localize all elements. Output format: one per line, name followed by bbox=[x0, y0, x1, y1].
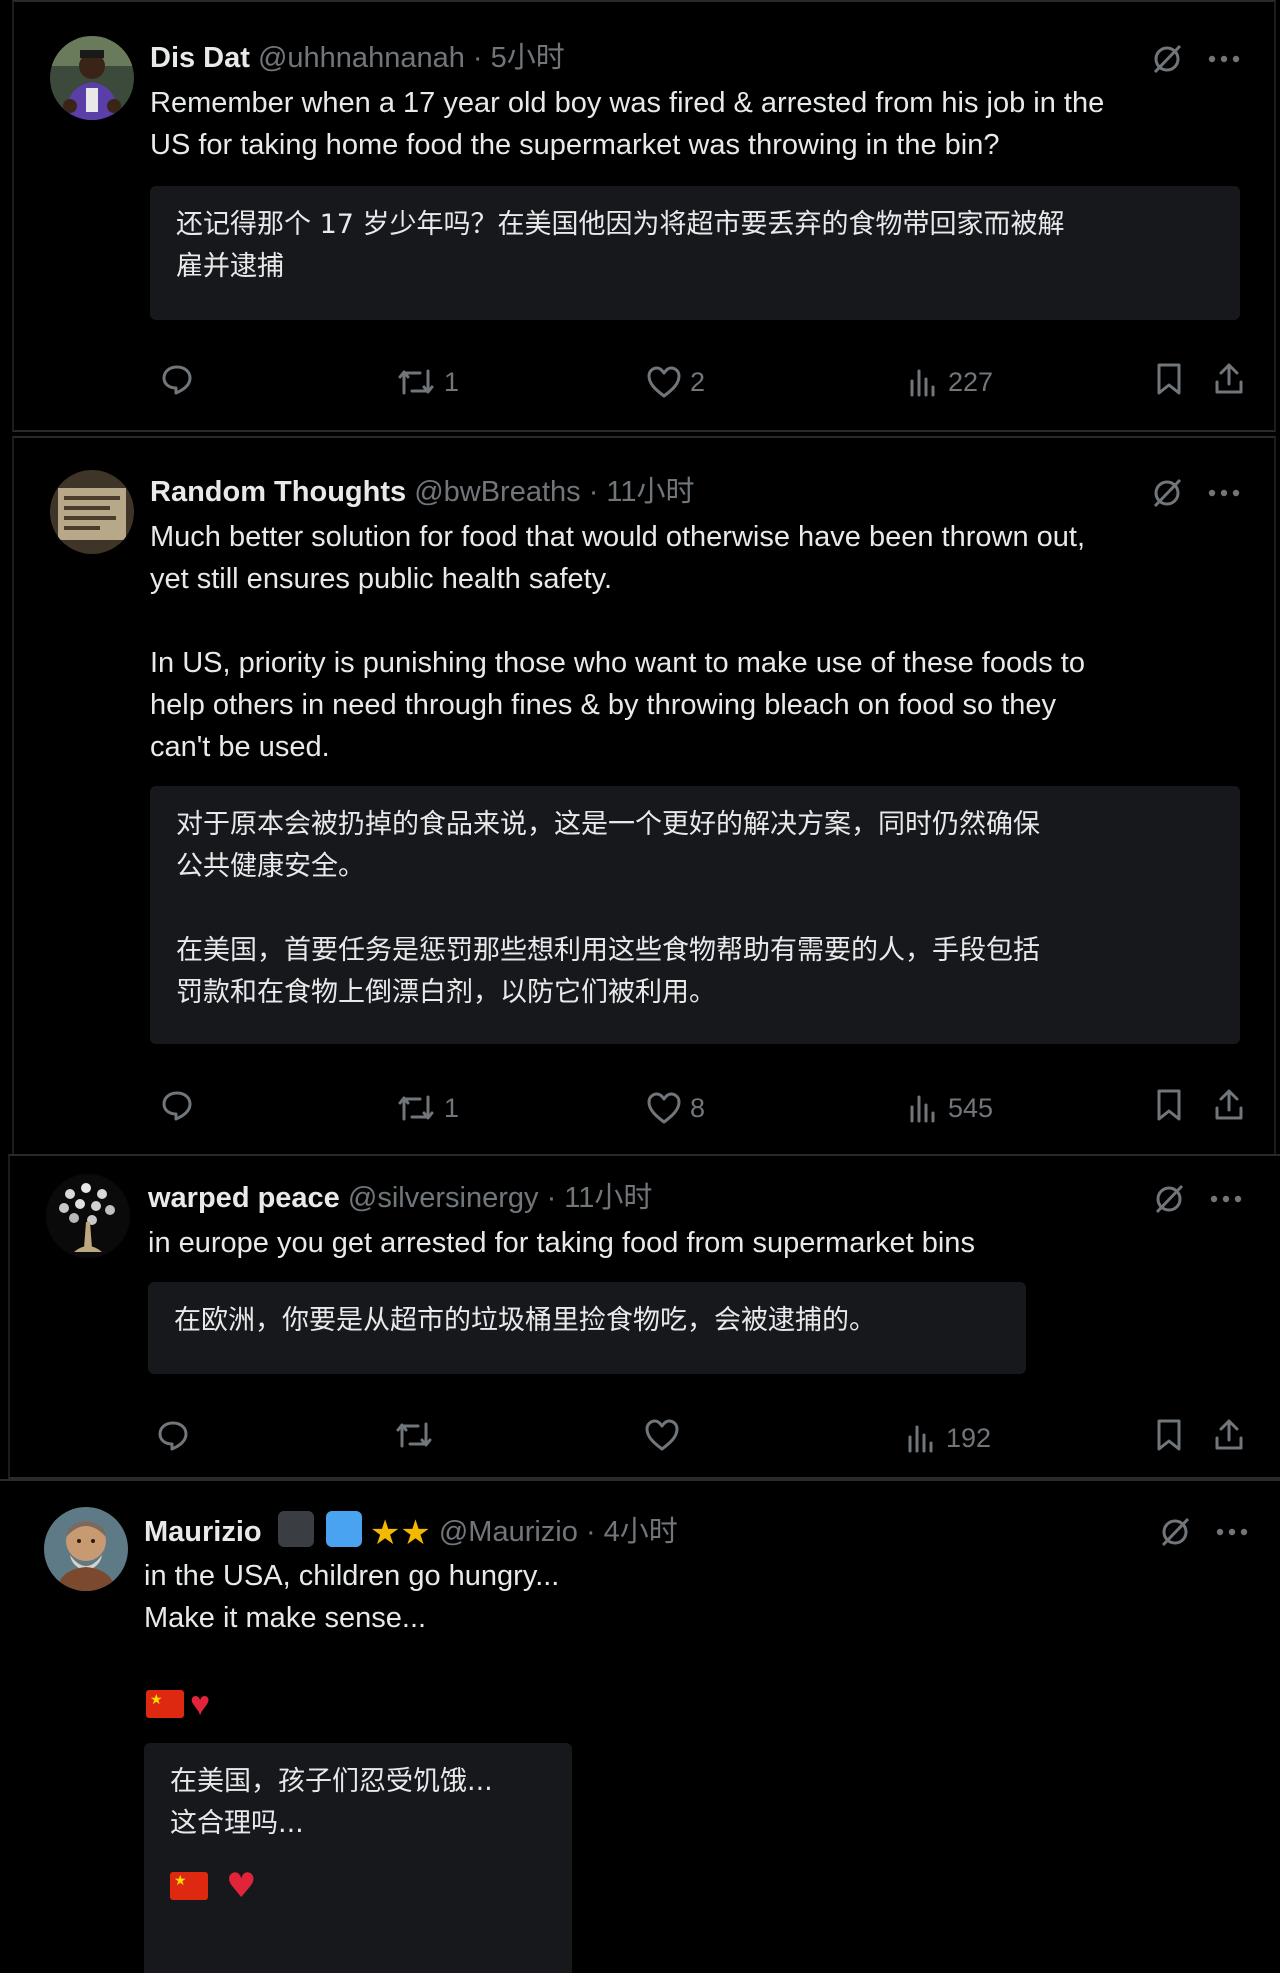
post-text: Remember when a 17 year old boy was fire… bbox=[150, 87, 1105, 161]
translation-box: 对于原本会被扔掉的食品来说，这是一个更好的解决方案，同时仍然确保 公共健康安全。… bbox=[150, 786, 1240, 1044]
translation-box: 还记得那个 17 岁少年吗？在美国他因为将超市要丢弃的食物带回家而被解 雇并逮捕 bbox=[150, 186, 1240, 320]
action-bar: 1 8 545 bbox=[150, 1088, 1260, 1128]
flag-cn-emoji: ★ bbox=[170, 1872, 208, 1900]
star-emoji: ★★ bbox=[369, 1514, 431, 1552]
more-icon[interactable] bbox=[1216, 1515, 1248, 1549]
repost-button[interactable] bbox=[394, 1418, 442, 1452]
translation-box: 在欧洲，你要是从超市的垃圾桶里捡食物吃，会被逮捕的。 bbox=[148, 1282, 1026, 1374]
author-name[interactable]: Maurizio bbox=[144, 1516, 262, 1548]
post-top-actions bbox=[1150, 42, 1240, 76]
repost-icon bbox=[398, 369, 434, 395]
verified-badge-blue bbox=[325, 1511, 362, 1547]
reply-button[interactable] bbox=[156, 1418, 198, 1452]
bookmark-icon bbox=[1157, 1419, 1181, 1451]
share-icon bbox=[1215, 363, 1243, 394]
grok-icon[interactable] bbox=[1150, 476, 1184, 510]
share-icon bbox=[1215, 1419, 1243, 1450]
like-icon bbox=[647, 366, 681, 398]
post-time[interactable]: · 11小时 bbox=[589, 476, 695, 508]
post-text: in europe you get arrested for taking fo… bbox=[148, 1227, 975, 1259]
post-top-actions bbox=[1158, 1515, 1248, 1549]
action-bar: 192 bbox=[148, 1418, 1258, 1458]
more-icon[interactable] bbox=[1208, 42, 1240, 76]
reply-icon bbox=[162, 1091, 192, 1121]
like-icon bbox=[645, 1419, 679, 1451]
author-handle[interactable]: @uhhnahnanah bbox=[258, 42, 465, 74]
action-bar: 1 2 227 bbox=[150, 362, 1260, 402]
bookmark-button[interactable] bbox=[1154, 1088, 1184, 1122]
like-button[interactable] bbox=[644, 1418, 688, 1452]
flag-cn-emoji: ★ bbox=[146, 1690, 184, 1718]
post-header: Maurizio ★★ @Maurizio · 4小时 bbox=[144, 1511, 678, 1553]
avatar[interactable] bbox=[50, 36, 134, 120]
author-name[interactable]: warped peace bbox=[148, 1182, 340, 1214]
grok-icon[interactable] bbox=[1152, 1182, 1186, 1216]
views-icon bbox=[908, 1425, 933, 1453]
post-top-actions bbox=[1152, 1182, 1242, 1216]
post-top-actions bbox=[1150, 476, 1240, 510]
post-text: Much better solution for food that would… bbox=[150, 521, 1086, 763]
grok-icon[interactable] bbox=[1158, 1515, 1192, 1549]
share-button[interactable] bbox=[1212, 1418, 1246, 1452]
red-heart-emoji: ♥ bbox=[190, 1685, 211, 1723]
emoji-row: ★ ♥ bbox=[170, 1869, 548, 1903]
post-header: Random Thoughts @bwBreaths · 11小时 bbox=[150, 472, 695, 512]
views-icon bbox=[910, 1095, 935, 1123]
author-name[interactable]: Dis Dat bbox=[150, 42, 250, 74]
post-time[interactable]: · 11小时 bbox=[547, 1182, 653, 1214]
repost-button[interactable]: 1 bbox=[396, 362, 459, 402]
like-button[interactable]: 8 bbox=[646, 1088, 705, 1128]
share-button[interactable] bbox=[1212, 1088, 1246, 1122]
author-handle[interactable]: @silversinergy bbox=[348, 1182, 539, 1214]
reply-icon bbox=[162, 365, 192, 395]
more-icon[interactable] bbox=[1210, 1182, 1242, 1216]
avatar[interactable] bbox=[46, 1174, 130, 1258]
red-heart-emoji: ♥ bbox=[226, 1866, 257, 1906]
emoji-row: ★ ♥ bbox=[146, 1687, 210, 1721]
translation-box: 在美国，孩子们忍受饥饿... 这合理吗... ★ ♥ bbox=[144, 1743, 572, 1973]
reply-button[interactable] bbox=[160, 1088, 202, 1122]
grok-icon[interactable] bbox=[1150, 42, 1184, 76]
share-icon bbox=[1215, 1089, 1243, 1120]
post-text: in the USA, children go hungry... Make i… bbox=[144, 1560, 560, 1634]
bookmark-icon bbox=[1157, 363, 1181, 395]
more-icon[interactable] bbox=[1208, 476, 1240, 510]
post[interactable]: Random Thoughts @bwBreaths · 11小时 Much b… bbox=[12, 436, 1276, 1154]
post-time[interactable]: · 5小时 bbox=[473, 42, 565, 74]
views-button[interactable]: 545 bbox=[906, 1088, 993, 1128]
bookmark-icon bbox=[1157, 1089, 1181, 1121]
post[interactable]: Dis Dat @uhhnahnanah · 5小时 Remember when… bbox=[12, 0, 1276, 432]
views-icon bbox=[910, 369, 935, 397]
author-handle[interactable]: @Maurizio bbox=[439, 1516, 578, 1548]
views-button[interactable]: 192 bbox=[904, 1418, 991, 1458]
share-button[interactable] bbox=[1212, 362, 1246, 396]
avatar[interactable] bbox=[50, 470, 134, 554]
repost-button[interactable]: 1 bbox=[396, 1088, 459, 1128]
avatar[interactable] bbox=[44, 1507, 128, 1591]
post-header: Dis Dat @uhhnahnanah · 5小时 bbox=[150, 38, 565, 78]
author-handle[interactable]: @bwBreaths bbox=[414, 476, 580, 508]
author-name[interactable]: Random Thoughts bbox=[150, 476, 406, 508]
repost-icon bbox=[398, 1095, 434, 1121]
views-button[interactable]: 227 bbox=[906, 362, 993, 402]
bookmark-button[interactable] bbox=[1154, 362, 1184, 396]
reply-button[interactable] bbox=[160, 362, 202, 396]
verified-badge-dark bbox=[277, 1511, 314, 1547]
post-header: warped peace @silversinergy · 11小时 bbox=[148, 1178, 652, 1218]
post-time[interactable]: · 4小时 bbox=[586, 1516, 678, 1548]
like-button[interactable]: 2 bbox=[646, 362, 705, 402]
like-icon bbox=[647, 1092, 681, 1124]
reply-icon bbox=[158, 1421, 188, 1451]
post[interactable]: warped peace @silversinergy · 11小时 in eu… bbox=[8, 1154, 1280, 1479]
post[interactable]: Maurizio ★★ @Maurizio · 4小时 in the USA, … bbox=[0, 1479, 1280, 1973]
bookmark-button[interactable] bbox=[1154, 1418, 1184, 1452]
repost-icon bbox=[396, 1422, 432, 1448]
